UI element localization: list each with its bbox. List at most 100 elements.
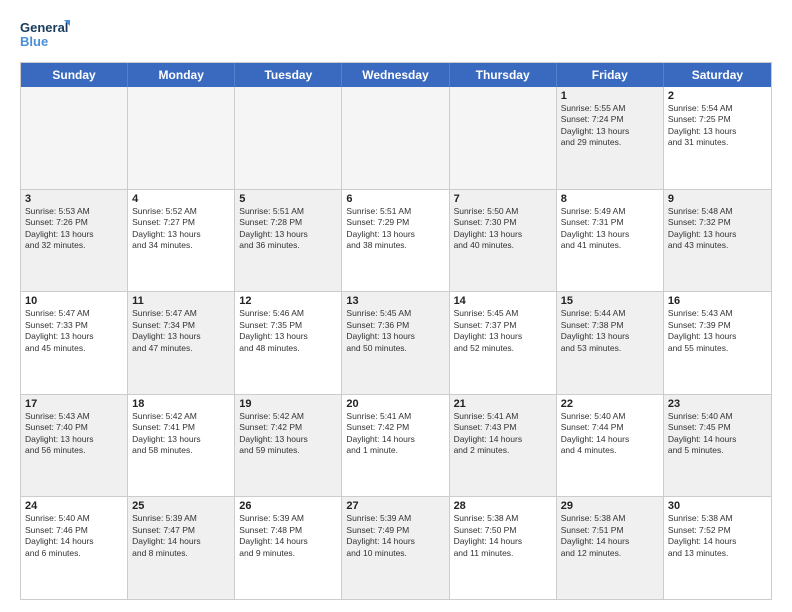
header-day-monday: Monday	[128, 63, 235, 87]
empty-cell-0-3	[342, 87, 449, 189]
day-info: Sunrise: 5:42 AM Sunset: 7:41 PM Dayligh…	[132, 411, 230, 457]
calendar: SundayMondayTuesdayWednesdayThursdayFrid…	[20, 62, 772, 600]
day-info: Sunrise: 5:40 AM Sunset: 7:46 PM Dayligh…	[25, 513, 123, 559]
calendar-row-4: 24Sunrise: 5:40 AM Sunset: 7:46 PM Dayli…	[21, 496, 771, 599]
svg-text:Blue: Blue	[20, 34, 48, 49]
day-info: Sunrise: 5:55 AM Sunset: 7:24 PM Dayligh…	[561, 103, 659, 149]
day-cell-16: 16Sunrise: 5:43 AM Sunset: 7:39 PM Dayli…	[664, 292, 771, 394]
calendar-body: 1Sunrise: 5:55 AM Sunset: 7:24 PM Daylig…	[21, 87, 771, 599]
day-info: Sunrise: 5:54 AM Sunset: 7:25 PM Dayligh…	[668, 103, 767, 149]
day-info: Sunrise: 5:50 AM Sunset: 7:30 PM Dayligh…	[454, 206, 552, 252]
day-info: Sunrise: 5:39 AM Sunset: 7:47 PM Dayligh…	[132, 513, 230, 559]
day-number: 16	[668, 295, 767, 307]
header-day-thursday: Thursday	[450, 63, 557, 87]
day-cell-21: 21Sunrise: 5:41 AM Sunset: 7:43 PM Dayli…	[450, 395, 557, 497]
day-number: 17	[25, 398, 123, 410]
day-info: Sunrise: 5:43 AM Sunset: 7:40 PM Dayligh…	[25, 411, 123, 457]
day-number: 15	[561, 295, 659, 307]
day-cell-27: 27Sunrise: 5:39 AM Sunset: 7:49 PM Dayli…	[342, 497, 449, 599]
day-cell-2: 2Sunrise: 5:54 AM Sunset: 7:25 PM Daylig…	[664, 87, 771, 189]
day-cell-23: 23Sunrise: 5:40 AM Sunset: 7:45 PM Dayli…	[664, 395, 771, 497]
day-info: Sunrise: 5:38 AM Sunset: 7:51 PM Dayligh…	[561, 513, 659, 559]
calendar-row-3: 17Sunrise: 5:43 AM Sunset: 7:40 PM Dayli…	[21, 394, 771, 497]
day-cell-8: 8Sunrise: 5:49 AM Sunset: 7:31 PM Daylig…	[557, 190, 664, 292]
day-info: Sunrise: 5:41 AM Sunset: 7:43 PM Dayligh…	[454, 411, 552, 457]
day-cell-24: 24Sunrise: 5:40 AM Sunset: 7:46 PM Dayli…	[21, 497, 128, 599]
day-cell-15: 15Sunrise: 5:44 AM Sunset: 7:38 PM Dayli…	[557, 292, 664, 394]
day-cell-17: 17Sunrise: 5:43 AM Sunset: 7:40 PM Dayli…	[21, 395, 128, 497]
day-info: Sunrise: 5:51 AM Sunset: 7:28 PM Dayligh…	[239, 206, 337, 252]
day-info: Sunrise: 5:49 AM Sunset: 7:31 PM Dayligh…	[561, 206, 659, 252]
day-info: Sunrise: 5:47 AM Sunset: 7:33 PM Dayligh…	[25, 308, 123, 354]
day-cell-4: 4Sunrise: 5:52 AM Sunset: 7:27 PM Daylig…	[128, 190, 235, 292]
day-cell-5: 5Sunrise: 5:51 AM Sunset: 7:28 PM Daylig…	[235, 190, 342, 292]
logo-svg: General Blue	[20, 16, 70, 54]
header: General Blue	[20, 16, 772, 54]
day-info: Sunrise: 5:48 AM Sunset: 7:32 PM Dayligh…	[668, 206, 767, 252]
day-info: Sunrise: 5:47 AM Sunset: 7:34 PM Dayligh…	[132, 308, 230, 354]
day-cell-1: 1Sunrise: 5:55 AM Sunset: 7:24 PM Daylig…	[557, 87, 664, 189]
day-number: 27	[346, 500, 444, 512]
day-info: Sunrise: 5:45 AM Sunset: 7:37 PM Dayligh…	[454, 308, 552, 354]
day-cell-19: 19Sunrise: 5:42 AM Sunset: 7:42 PM Dayli…	[235, 395, 342, 497]
day-cell-18: 18Sunrise: 5:42 AM Sunset: 7:41 PM Dayli…	[128, 395, 235, 497]
day-number: 10	[25, 295, 123, 307]
day-cell-20: 20Sunrise: 5:41 AM Sunset: 7:42 PM Dayli…	[342, 395, 449, 497]
page: General Blue SundayMondayTuesdayWednesda…	[0, 0, 792, 612]
day-number: 22	[561, 398, 659, 410]
day-number: 4	[132, 193, 230, 205]
day-cell-13: 13Sunrise: 5:45 AM Sunset: 7:36 PM Dayli…	[342, 292, 449, 394]
day-cell-7: 7Sunrise: 5:50 AM Sunset: 7:30 PM Daylig…	[450, 190, 557, 292]
header-day-wednesday: Wednesday	[342, 63, 449, 87]
day-number: 12	[239, 295, 337, 307]
day-number: 20	[346, 398, 444, 410]
day-info: Sunrise: 5:39 AM Sunset: 7:49 PM Dayligh…	[346, 513, 444, 559]
day-info: Sunrise: 5:39 AM Sunset: 7:48 PM Dayligh…	[239, 513, 337, 559]
day-number: 6	[346, 193, 444, 205]
header-day-saturday: Saturday	[664, 63, 771, 87]
header-day-tuesday: Tuesday	[235, 63, 342, 87]
day-info: Sunrise: 5:38 AM Sunset: 7:50 PM Dayligh…	[454, 513, 552, 559]
day-cell-10: 10Sunrise: 5:47 AM Sunset: 7:33 PM Dayli…	[21, 292, 128, 394]
day-cell-26: 26Sunrise: 5:39 AM Sunset: 7:48 PM Dayli…	[235, 497, 342, 599]
day-info: Sunrise: 5:41 AM Sunset: 7:42 PM Dayligh…	[346, 411, 444, 457]
day-info: Sunrise: 5:51 AM Sunset: 7:29 PM Dayligh…	[346, 206, 444, 252]
day-number: 3	[25, 193, 123, 205]
day-number: 8	[561, 193, 659, 205]
svg-text:General: General	[20, 20, 68, 35]
day-info: Sunrise: 5:43 AM Sunset: 7:39 PM Dayligh…	[668, 308, 767, 354]
day-number: 2	[668, 90, 767, 102]
day-info: Sunrise: 5:44 AM Sunset: 7:38 PM Dayligh…	[561, 308, 659, 354]
day-info: Sunrise: 5:52 AM Sunset: 7:27 PM Dayligh…	[132, 206, 230, 252]
header-day-friday: Friday	[557, 63, 664, 87]
day-cell-12: 12Sunrise: 5:46 AM Sunset: 7:35 PM Dayli…	[235, 292, 342, 394]
day-number: 29	[561, 500, 659, 512]
day-info: Sunrise: 5:53 AM Sunset: 7:26 PM Dayligh…	[25, 206, 123, 252]
day-info: Sunrise: 5:40 AM Sunset: 7:45 PM Dayligh…	[668, 411, 767, 457]
day-info: Sunrise: 5:42 AM Sunset: 7:42 PM Dayligh…	[239, 411, 337, 457]
day-number: 11	[132, 295, 230, 307]
day-cell-14: 14Sunrise: 5:45 AM Sunset: 7:37 PM Dayli…	[450, 292, 557, 394]
day-number: 7	[454, 193, 552, 205]
day-number: 24	[25, 500, 123, 512]
day-number: 1	[561, 90, 659, 102]
day-number: 30	[668, 500, 767, 512]
day-cell-3: 3Sunrise: 5:53 AM Sunset: 7:26 PM Daylig…	[21, 190, 128, 292]
day-info: Sunrise: 5:45 AM Sunset: 7:36 PM Dayligh…	[346, 308, 444, 354]
day-cell-22: 22Sunrise: 5:40 AM Sunset: 7:44 PM Dayli…	[557, 395, 664, 497]
day-cell-30: 30Sunrise: 5:38 AM Sunset: 7:52 PM Dayli…	[664, 497, 771, 599]
day-cell-11: 11Sunrise: 5:47 AM Sunset: 7:34 PM Dayli…	[128, 292, 235, 394]
day-cell-9: 9Sunrise: 5:48 AM Sunset: 7:32 PM Daylig…	[664, 190, 771, 292]
day-number: 26	[239, 500, 337, 512]
day-number: 14	[454, 295, 552, 307]
day-number: 5	[239, 193, 337, 205]
day-number: 28	[454, 500, 552, 512]
day-number: 21	[454, 398, 552, 410]
empty-cell-0-0	[21, 87, 128, 189]
day-number: 19	[239, 398, 337, 410]
day-cell-28: 28Sunrise: 5:38 AM Sunset: 7:50 PM Dayli…	[450, 497, 557, 599]
calendar-row-2: 10Sunrise: 5:47 AM Sunset: 7:33 PM Dayli…	[21, 291, 771, 394]
day-cell-25: 25Sunrise: 5:39 AM Sunset: 7:47 PM Dayli…	[128, 497, 235, 599]
day-info: Sunrise: 5:40 AM Sunset: 7:44 PM Dayligh…	[561, 411, 659, 457]
day-info: Sunrise: 5:46 AM Sunset: 7:35 PM Dayligh…	[239, 308, 337, 354]
